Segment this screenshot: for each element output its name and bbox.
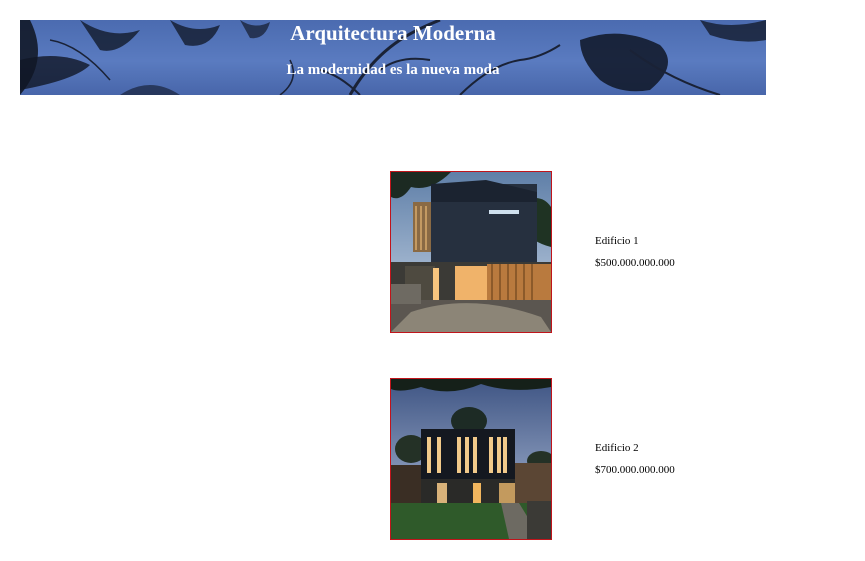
modern-house-dusk-image bbox=[391, 172, 551, 332]
building-price: $700.000.000.000 bbox=[595, 464, 675, 476]
building-name: Edificio 2 bbox=[595, 442, 639, 454]
building-1-photo[interactable] bbox=[390, 171, 552, 333]
listing-item: Edificio 1 $500.000.000.000 bbox=[390, 171, 690, 333]
building-2-photo[interactable] bbox=[390, 378, 552, 540]
header-banner: Arquitectura Moderna La modernidad es la… bbox=[20, 20, 766, 95]
listing-item: Edificio 2 $700.000.000.000 bbox=[390, 378, 690, 540]
page-title: Arquitectura Moderna bbox=[290, 21, 496, 45]
page-subtitle: La modernidad es la nueva moda bbox=[286, 62, 500, 78]
building-price: $500.000.000.000 bbox=[595, 257, 675, 269]
building-name: Edificio 1 bbox=[595, 235, 639, 247]
modern-house-night-image bbox=[391, 379, 551, 539]
